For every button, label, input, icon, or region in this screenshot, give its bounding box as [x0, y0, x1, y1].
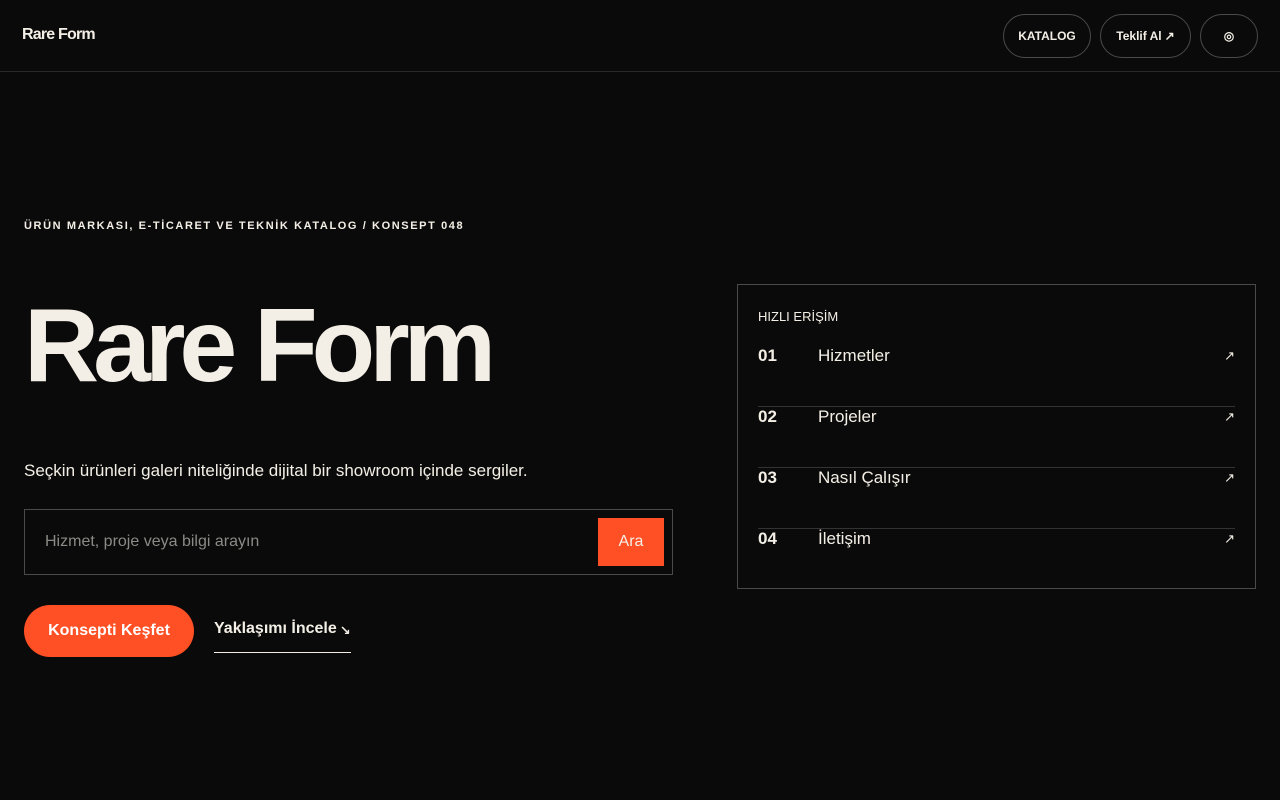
item-label: Nasıl Çalışır	[818, 468, 911, 487]
arrow-up-right-icon: ↗	[1224, 348, 1235, 363]
quote-button-label: Teklif Al	[1116, 29, 1162, 43]
hero-subtitle: Seçkin ürünleri galeri niteliğinde dijit…	[24, 461, 528, 480]
quick-access-item-how-it-works[interactable]: 03 Nasıl Çalışır ↗	[758, 468, 1235, 529]
search-button[interactable]: Ara	[598, 518, 664, 566]
hero-title: Rare Form	[24, 288, 496, 404]
arrow-up-right-icon: ↗	[1164, 29, 1175, 43]
review-approach-label: Yaklaşımı İncele	[214, 620, 337, 637]
item-number: 01	[758, 346, 777, 365]
search-input[interactable]	[25, 510, 598, 574]
quick-access-item-projects[interactable]: 02 Projeler ↗	[758, 407, 1235, 468]
catalog-button[interactable]: KATALOG	[1003, 14, 1091, 58]
logo[interactable]: Rare Form	[22, 26, 96, 44]
quote-button[interactable]: Teklif Al ↗	[1100, 14, 1191, 58]
review-approach-link[interactable]: Yaklaşımı İncele ↘	[214, 620, 351, 653]
item-number: 03	[758, 468, 777, 487]
quick-access-item-contact[interactable]: 04 İletişim ↗	[758, 529, 1235, 590]
quick-access-panel: HIZLI ERİŞİM 01 Hizmetler ↗ 02 Projeler …	[737, 284, 1256, 589]
hero-kicker: ÜRÜN MARKASI, E-TİCARET VE TEKNİK KATALO…	[24, 220, 465, 232]
item-label: İletişim	[818, 529, 871, 548]
search-bar: Ara	[24, 509, 673, 575]
target-icon: ◎	[1223, 29, 1235, 43]
item-label: Hizmetler	[818, 346, 890, 365]
quick-access-item-services[interactable]: 01 Hizmetler ↗	[758, 346, 1235, 407]
arrow-up-right-icon: ↗	[1224, 470, 1235, 485]
quick-access-heading: HIZLI ERİŞİM	[758, 309, 839, 324]
arrow-up-right-icon: ↗	[1224, 531, 1235, 546]
arrow-down-right-icon: ↘	[339, 623, 351, 638]
item-label: Projeler	[818, 407, 877, 426]
circle-menu-button[interactable]: ◎	[1200, 14, 1258, 58]
top-bar: Rare Form KATALOG Teklif Al ↗ ◎	[0, 0, 1280, 72]
item-number: 04	[758, 529, 777, 548]
item-number: 02	[758, 407, 777, 426]
arrow-up-right-icon: ↗	[1224, 409, 1235, 424]
explore-concept-button[interactable]: Konsepti Keşfet	[24, 605, 194, 657]
